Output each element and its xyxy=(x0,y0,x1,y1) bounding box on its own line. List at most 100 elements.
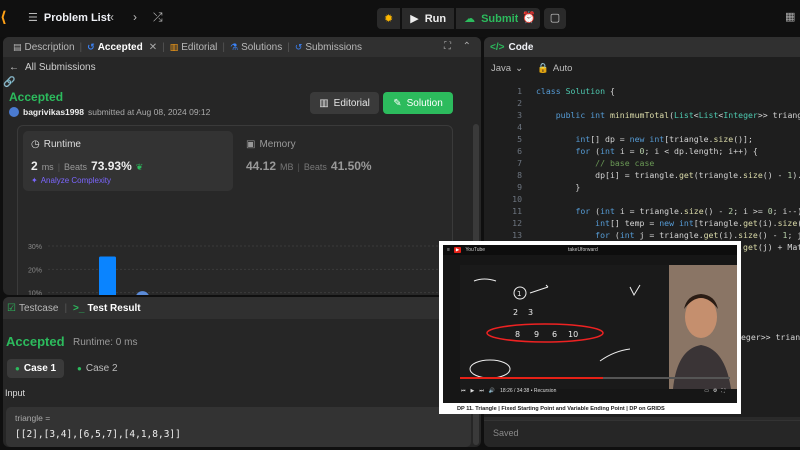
youtube-logo-icon: ▶ xyxy=(453,247,462,253)
share-link-icon[interactable]: 🔗 xyxy=(3,77,481,88)
beats-label: Beats xyxy=(64,162,88,172)
code-line: 4 xyxy=(484,122,536,134)
tab-label: Test Result xyxy=(87,302,141,314)
runtime-card[interactable]: ◷ Runtime 2 ms | Beats 73.93% ❦ ✦ Analyz… xyxy=(23,131,233,191)
volume-icon[interactable]: 🔊 xyxy=(489,388,495,394)
settings-icon[interactable]: ⚙ xyxy=(713,388,717,394)
checkbox-icon: ☑ xyxy=(7,302,16,314)
language-select[interactable]: Java ⌄ xyxy=(491,63,523,74)
notes-button[interactable]: ▢ xyxy=(544,8,566,29)
editorial-label: Editorial xyxy=(333,97,370,109)
ink-digit: 2 xyxy=(513,308,518,317)
video-right-controls: ▭ ⚙ ⛶ xyxy=(704,388,733,394)
line-number: 12 xyxy=(512,218,522,228)
divider: | xyxy=(297,162,300,172)
tab-divider: | xyxy=(64,302,68,314)
document-icon: ▤ xyxy=(13,41,22,52)
prev-problem-icon[interactable]: ‹ xyxy=(110,10,114,24)
code-line: 9 } xyxy=(484,182,580,194)
ink-stroke xyxy=(599,348,631,362)
username[interactable]: bagrivikas1998 xyxy=(23,107,84,117)
code-toolbar: Java ⌄ 🔒 Auto xyxy=(484,57,800,79)
next-problem-icon[interactable]: › xyxy=(133,10,137,24)
video-frame[interactable]: 1 2 3 8 9 6 10 ⏮ ▶ ⏭ 🔊 18:26 / 34:38 • R… xyxy=(443,255,737,403)
case-1-tab[interactable]: ● Case 1 xyxy=(7,359,65,378)
code-text: for (int i = 0; i < dp.length; i++) { xyxy=(575,146,758,156)
analyze-label: Analyze Complexity xyxy=(40,176,111,185)
code-overflow-fragment: eger>> triang xyxy=(741,332,800,344)
subtitles-icon[interactable]: ▭ xyxy=(704,388,709,394)
code-line: 3 public int minimumTotal(List<List<Inte… xyxy=(484,110,800,122)
line-number: 9 xyxy=(517,182,522,192)
code-icon: </> xyxy=(490,41,505,53)
bug-icon: ✹ xyxy=(384,13,394,25)
ink-ellipse xyxy=(469,359,511,379)
language-value: Java xyxy=(491,62,512,74)
debug-button[interactable]: ✹ xyxy=(377,8,401,29)
code-line: 5 int[] dp = new int[triangle.size()]; xyxy=(484,134,753,146)
beats-value: 41.50% xyxy=(330,159,372,173)
ink-digit: 3 xyxy=(528,308,533,317)
memory-title[interactable]: ▣ Memory xyxy=(246,139,296,150)
layout-icon[interactable]: ▦ xyxy=(785,10,795,23)
chart-bar[interactable] xyxy=(99,256,116,296)
all-submissions-label: All Submissions xyxy=(25,61,96,73)
history-icon: ↺ xyxy=(87,41,95,52)
sparkle-icon: ✦ xyxy=(31,176,38,185)
video-time: 18:26 / 34:38 • Recursion xyxy=(500,388,557,394)
menu-icon[interactable]: ≡ xyxy=(447,247,450,253)
presenter-figure xyxy=(669,265,737,389)
tab-description[interactable]: ▤ Description xyxy=(9,42,79,53)
cloud-upload-icon: ☁ xyxy=(464,13,476,25)
tab-label: Submissions xyxy=(305,41,363,53)
line-number: 10 xyxy=(512,194,522,204)
auto-label: Auto xyxy=(552,62,573,74)
tab-accepted[interactable]: ↺ Accepted ✕ xyxy=(83,42,161,53)
play-icon[interactable]: ▶ xyxy=(471,388,475,394)
runtime-value: 2 ms | Beats 73.93% ❦ xyxy=(31,159,143,173)
back-arrow-icon: ← xyxy=(9,61,19,73)
tab-label: Editorial xyxy=(181,41,218,53)
solution-button[interactable]: ✎ Solution xyxy=(383,92,453,114)
ink-digit: 6 xyxy=(552,330,557,339)
leetcode-logo-icon[interactable]: ⟨ xyxy=(0,9,12,27)
code-line: 10 xyxy=(484,194,536,206)
chevron-up-icon[interactable]: ⌃ xyxy=(463,41,471,52)
tab-solutions[interactable]: ⚗ Solutions xyxy=(226,42,286,53)
code-line: 7 // base case xyxy=(484,158,654,170)
analyze-complexity-link[interactable]: ✦ Analyze Complexity xyxy=(31,176,111,185)
runtime-distribution-chart: 30% 20% 10% xyxy=(28,244,448,296)
close-icon[interactable]: ✕ xyxy=(149,42,157,53)
run-submit-group: ✹ ▶ Run ☁ Submit xyxy=(377,8,527,29)
code-text: class Solution { xyxy=(536,86,615,96)
line-number: 7 xyxy=(517,158,522,168)
problem-list-label: Problem List xyxy=(43,11,111,24)
fullscreen-icon[interactable]: ⛶ xyxy=(721,388,725,394)
run-button[interactable]: ▶ Run xyxy=(402,8,455,29)
video-player[interactable]: ≡ ▶ YouTube takeUforward 1 2 3 8 9 6 10 … xyxy=(439,241,741,414)
presenter-webcam xyxy=(669,265,737,389)
code-text: for (int i = triangle.size() - 2; i >= 0… xyxy=(575,206,800,216)
video-progress-bar[interactable] xyxy=(460,377,730,379)
video-progress-fill xyxy=(460,377,604,379)
tab-editorial[interactable]: ▥ Editorial xyxy=(166,42,222,53)
shuffle-icon[interactable]: ⤮ xyxy=(153,10,163,25)
variable-value[interactable]: [[2],[3,4],[6,5,7],[4,1,8,3]] xyxy=(15,429,181,440)
all-submissions-link[interactable]: ← All Submissions xyxy=(3,57,481,77)
next-icon[interactable]: ⏭ xyxy=(479,388,484,394)
y-tick-label: 30% xyxy=(28,244,42,251)
problem-list-button[interactable]: ☰ Problem List xyxy=(28,11,111,25)
tab-test-result[interactable]: >_ Test Result xyxy=(73,303,141,314)
submit-label: Submit xyxy=(481,12,519,25)
maximize-icon[interactable]: ⛶ xyxy=(444,41,451,52)
auto-mode-toggle[interactable]: 🔒 Auto xyxy=(537,63,572,74)
editorial-button[interactable]: ▥ Editorial xyxy=(310,92,379,114)
case-2-tab[interactable]: ● Case 2 xyxy=(69,359,126,378)
leaf-icon: ❦ xyxy=(135,162,144,172)
prev-icon[interactable]: ⏮ xyxy=(461,388,466,394)
timer-button[interactable]: ⏰ xyxy=(518,8,540,29)
tab-submissions[interactable]: ↺ Submissions xyxy=(291,42,366,53)
tab-testcase[interactable]: ☑ Testcase xyxy=(7,303,58,314)
submit-button[interactable]: ☁ Submit xyxy=(456,8,527,29)
case-label: Case 1 xyxy=(23,363,57,374)
